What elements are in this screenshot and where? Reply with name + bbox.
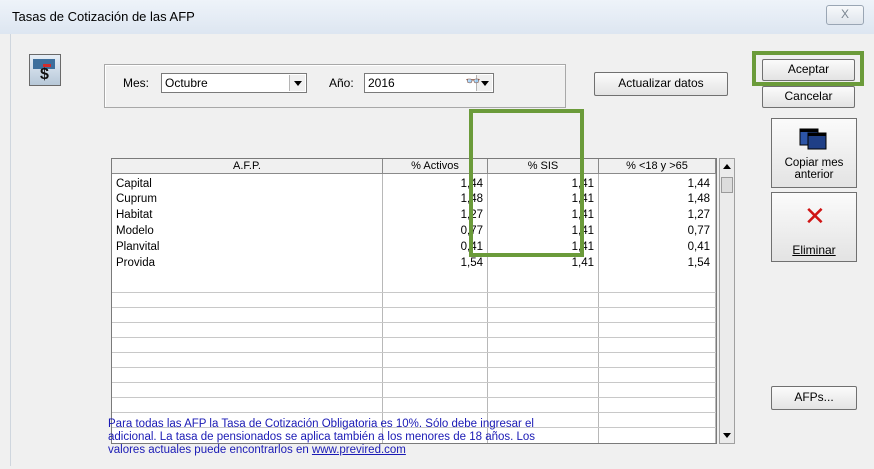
chevron-down-icon[interactable]: [289, 75, 305, 91]
money-report-icon: $: [29, 54, 61, 86]
actualizar-datos-button[interactable]: Actualizar datos: [594, 72, 728, 96]
close-icon: X: [840, 7, 849, 21]
cell-menores[interactable]: 1,44: [600, 177, 710, 192]
column-header-afp[interactable]: A.F.P.: [112, 159, 383, 174]
delete-x-icon: ✕: [804, 201, 826, 231]
dialog-body: $ Mes: Octubre Año: 2016 👓 Actualizar da…: [10, 34, 867, 466]
footer-line-3: valores actuales puede encontrarlos en w…: [108, 444, 406, 456]
afps-button[interactable]: AFPs...: [771, 386, 857, 410]
footer-line-1: Para todas las AFP la Tasa de Cotización…: [108, 418, 534, 430]
cell-menores[interactable]: 1,27: [600, 208, 710, 223]
anio-value: 2016: [368, 76, 395, 90]
binoculars-icon[interactable]: 👓: [463, 72, 483, 90]
mes-select[interactable]: Octubre: [161, 73, 307, 93]
scroll-up-icon[interactable]: [721, 160, 733, 174]
cell-afp[interactable]: Habitat: [116, 208, 152, 223]
cell-activos[interactable]: 1,54: [384, 256, 483, 271]
cell-afp[interactable]: Provida: [116, 256, 155, 271]
cell-afp[interactable]: Cuprum: [116, 192, 157, 207]
previred-link[interactable]: www.previred.com: [312, 444, 406, 456]
cell-afp[interactable]: Capital: [116, 177, 152, 192]
anio-label: Año:: [329, 76, 354, 90]
cell-menores[interactable]: 1,48: [600, 192, 710, 207]
title-bar: Tasas de Cotización de las AFP X: [0, 0, 874, 34]
sis-column-highlight: [469, 109, 584, 257]
copiar-mes-anterior-label: Copiar mes anterior: [784, 157, 844, 181]
window-title: Tasas de Cotización de las AFP: [12, 9, 195, 24]
aceptar-highlight: [752, 51, 864, 86]
cell-menores[interactable]: 0,77: [600, 224, 710, 239]
table-scrollbar[interactable]: [719, 158, 735, 444]
afp-rates-table: A.F.P. % Activos % SIS % <18 y >65 Capit…: [111, 158, 717, 444]
eliminar-button[interactable]: ✕ Eliminar: [771, 192, 857, 262]
copy-windows-icon: [796, 123, 830, 151]
eliminar-label: Eliminar: [792, 243, 836, 257]
footer-line-2: adicional. La tasa de pensionados se apl…: [108, 431, 536, 443]
copiar-mes-anterior-button[interactable]: Copiar mes anterior: [771, 118, 857, 188]
column-header-menores-mayores[interactable]: % <18 y >65: [599, 159, 716, 174]
info-footer: Para todas las AFP la Tasa de Cotización…: [108, 418, 748, 457]
cell-afp[interactable]: Planvital: [116, 240, 159, 255]
column-afp: [112, 174, 383, 443]
cancelar-button[interactable]: Cancelar: [762, 86, 855, 108]
scroll-thumb[interactable]: [721, 177, 733, 193]
cell-menores[interactable]: 0,41: [600, 240, 710, 255]
cell-menores[interactable]: 1,54: [600, 256, 710, 271]
cell-afp[interactable]: Modelo: [116, 224, 154, 239]
mes-label: Mes:: [123, 76, 150, 90]
cell-sis[interactable]: 1,41: [489, 256, 594, 271]
close-button[interactable]: X: [826, 5, 864, 25]
mes-value: Octubre: [165, 76, 208, 90]
dialog-window: Tasas de Cotización de las AFP X $ Mes: …: [0, 0, 874, 469]
